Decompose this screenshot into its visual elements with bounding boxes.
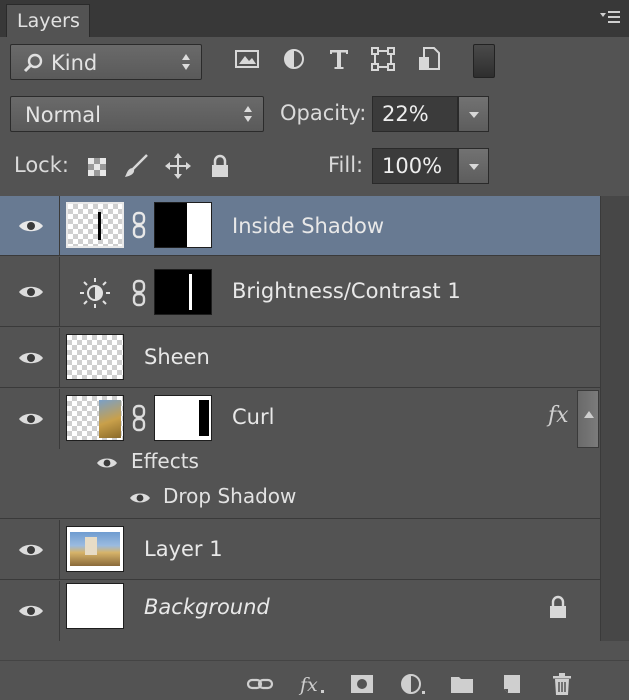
filter-adjustment-layers-icon[interactable] [279, 44, 309, 74]
layers-panel: Layers Kind Normal Opacity: 22% Lock: Fi… [0, 0, 629, 700]
link-chain-icon[interactable] [131, 404, 147, 432]
effects-label[interactable]: Effects [131, 449, 199, 473]
eye-icon[interactable] [18, 411, 44, 427]
layer-thumbnail[interactable] [66, 202, 124, 248]
filter-kind-label: Kind [51, 51, 98, 75]
visibility-column [0, 520, 60, 579]
lock-position-move-icon[interactable] [164, 152, 192, 180]
effect-drop-shadow-label[interactable]: Drop Shadow [163, 484, 296, 508]
new-group-folder-icon[interactable] [448, 671, 476, 697]
layer-name[interactable]: Brightness/Contrast 1 [232, 279, 461, 303]
brightness-contrast-adjustment-icon[interactable] [78, 277, 112, 309]
filter-pixel-layers-icon[interactable] [232, 44, 262, 74]
add-layer-style-fx-icon[interactable]: fx [298, 671, 326, 697]
layer-thumbnail[interactable] [66, 583, 124, 629]
panel-tab-bar: Layers [0, 0, 629, 37]
visibility-column [0, 328, 60, 387]
layer-name[interactable]: Curl [232, 405, 274, 429]
layer-mask-thumbnail[interactable] [154, 202, 212, 248]
panel-menu-icon[interactable] [599, 8, 621, 26]
layer-effects-fx-icon[interactable]: fx [548, 403, 569, 428]
select-arrows-icon [182, 54, 190, 70]
eye-icon[interactable] [18, 542, 44, 558]
layers-bottom-toolbar: fx [0, 660, 629, 700]
lock-image-pixels-brush-icon[interactable] [122, 152, 150, 180]
link-chain-icon[interactable] [131, 211, 147, 239]
filter-smart-objects-icon[interactable] [414, 44, 444, 74]
filter-shape-layers-icon[interactable] [368, 44, 398, 74]
lock-transparent-pixels-icon[interactable] [84, 152, 112, 180]
layer-row-sheen[interactable]: Sheen [0, 328, 600, 388]
tab-layers[interactable]: Layers [6, 4, 90, 37]
add-layer-mask-icon[interactable] [348, 671, 376, 697]
visibility-column [0, 196, 60, 255]
scrollbar-thumb[interactable] [577, 390, 599, 448]
select-arrows-icon [244, 106, 252, 122]
layer-row-layer-1[interactable]: Layer 1 [0, 520, 600, 580]
layer-locked-icon [550, 595, 566, 618]
lock-label: Lock: [14, 153, 69, 177]
eye-icon[interactable] [18, 350, 44, 366]
blend-mode-select[interactable]: Normal [10, 96, 264, 132]
lock-all-icon[interactable] [206, 152, 234, 180]
layer-list-scrollbar[interactable] [600, 196, 629, 641]
eye-icon[interactable] [18, 284, 44, 300]
fill-value: 100% [382, 154, 443, 178]
layer-row-curl[interactable]: Curl fx Effects Drop Shadow [0, 389, 600, 519]
visibility-column [0, 581, 60, 641]
layer-mask-thumbnail[interactable] [154, 395, 212, 441]
fill-slider-dropdown[interactable] [458, 148, 489, 184]
layer-thumbnail[interactable] [66, 526, 124, 572]
layer-mask-thumbnail[interactable] [154, 269, 212, 315]
blend-mode-label: Normal [25, 103, 101, 127]
filter-type-layers-icon[interactable] [324, 44, 354, 74]
new-layer-icon[interactable] [498, 671, 526, 697]
svg-text:fx: fx [298, 674, 318, 696]
opacity-slider-dropdown[interactable] [458, 96, 489, 132]
eye-icon[interactable] [96, 456, 118, 470]
layer-list: Inside Shadow Brightness/Contrast 1 Shee… [0, 196, 600, 641]
layer-name[interactable]: Sheen [144, 345, 210, 369]
link-chain-icon[interactable] [131, 279, 147, 307]
eye-icon[interactable] [18, 603, 44, 619]
visibility-column [0, 257, 60, 326]
search-icon [23, 53, 43, 73]
visibility-column [0, 389, 60, 449]
layer-thumbnail[interactable] [66, 334, 124, 380]
fill-label: Fill: [328, 153, 364, 177]
layer-row-inside-shadow[interactable]: Inside Shadow [0, 196, 600, 256]
layer-name[interactable]: Layer 1 [144, 537, 223, 561]
fill-input[interactable]: 100% [372, 148, 458, 184]
opacity-input[interactable]: 22% [372, 96, 458, 132]
delete-layer-trash-icon[interactable] [548, 671, 576, 697]
filter-kind-select[interactable]: Kind [10, 44, 202, 80]
layer-row-background[interactable]: Background [0, 581, 600, 641]
new-fill-adjustment-layer-icon[interactable] [398, 671, 426, 697]
eye-icon[interactable] [129, 491, 151, 505]
eye-icon[interactable] [18, 218, 44, 234]
opacity-label: Opacity: [280, 101, 367, 125]
filter-toggle-switch[interactable] [473, 44, 495, 78]
layer-name[interactable]: Background [144, 595, 270, 619]
layer-name[interactable]: Inside Shadow [232, 214, 384, 238]
tab-layers-label: Layers [17, 10, 80, 32]
link-layers-icon[interactable] [246, 671, 274, 697]
layer-thumbnail[interactable] [66, 395, 124, 441]
layer-row-brightness-contrast[interactable]: Brightness/Contrast 1 [0, 257, 600, 327]
opacity-value: 22% [382, 102, 429, 126]
